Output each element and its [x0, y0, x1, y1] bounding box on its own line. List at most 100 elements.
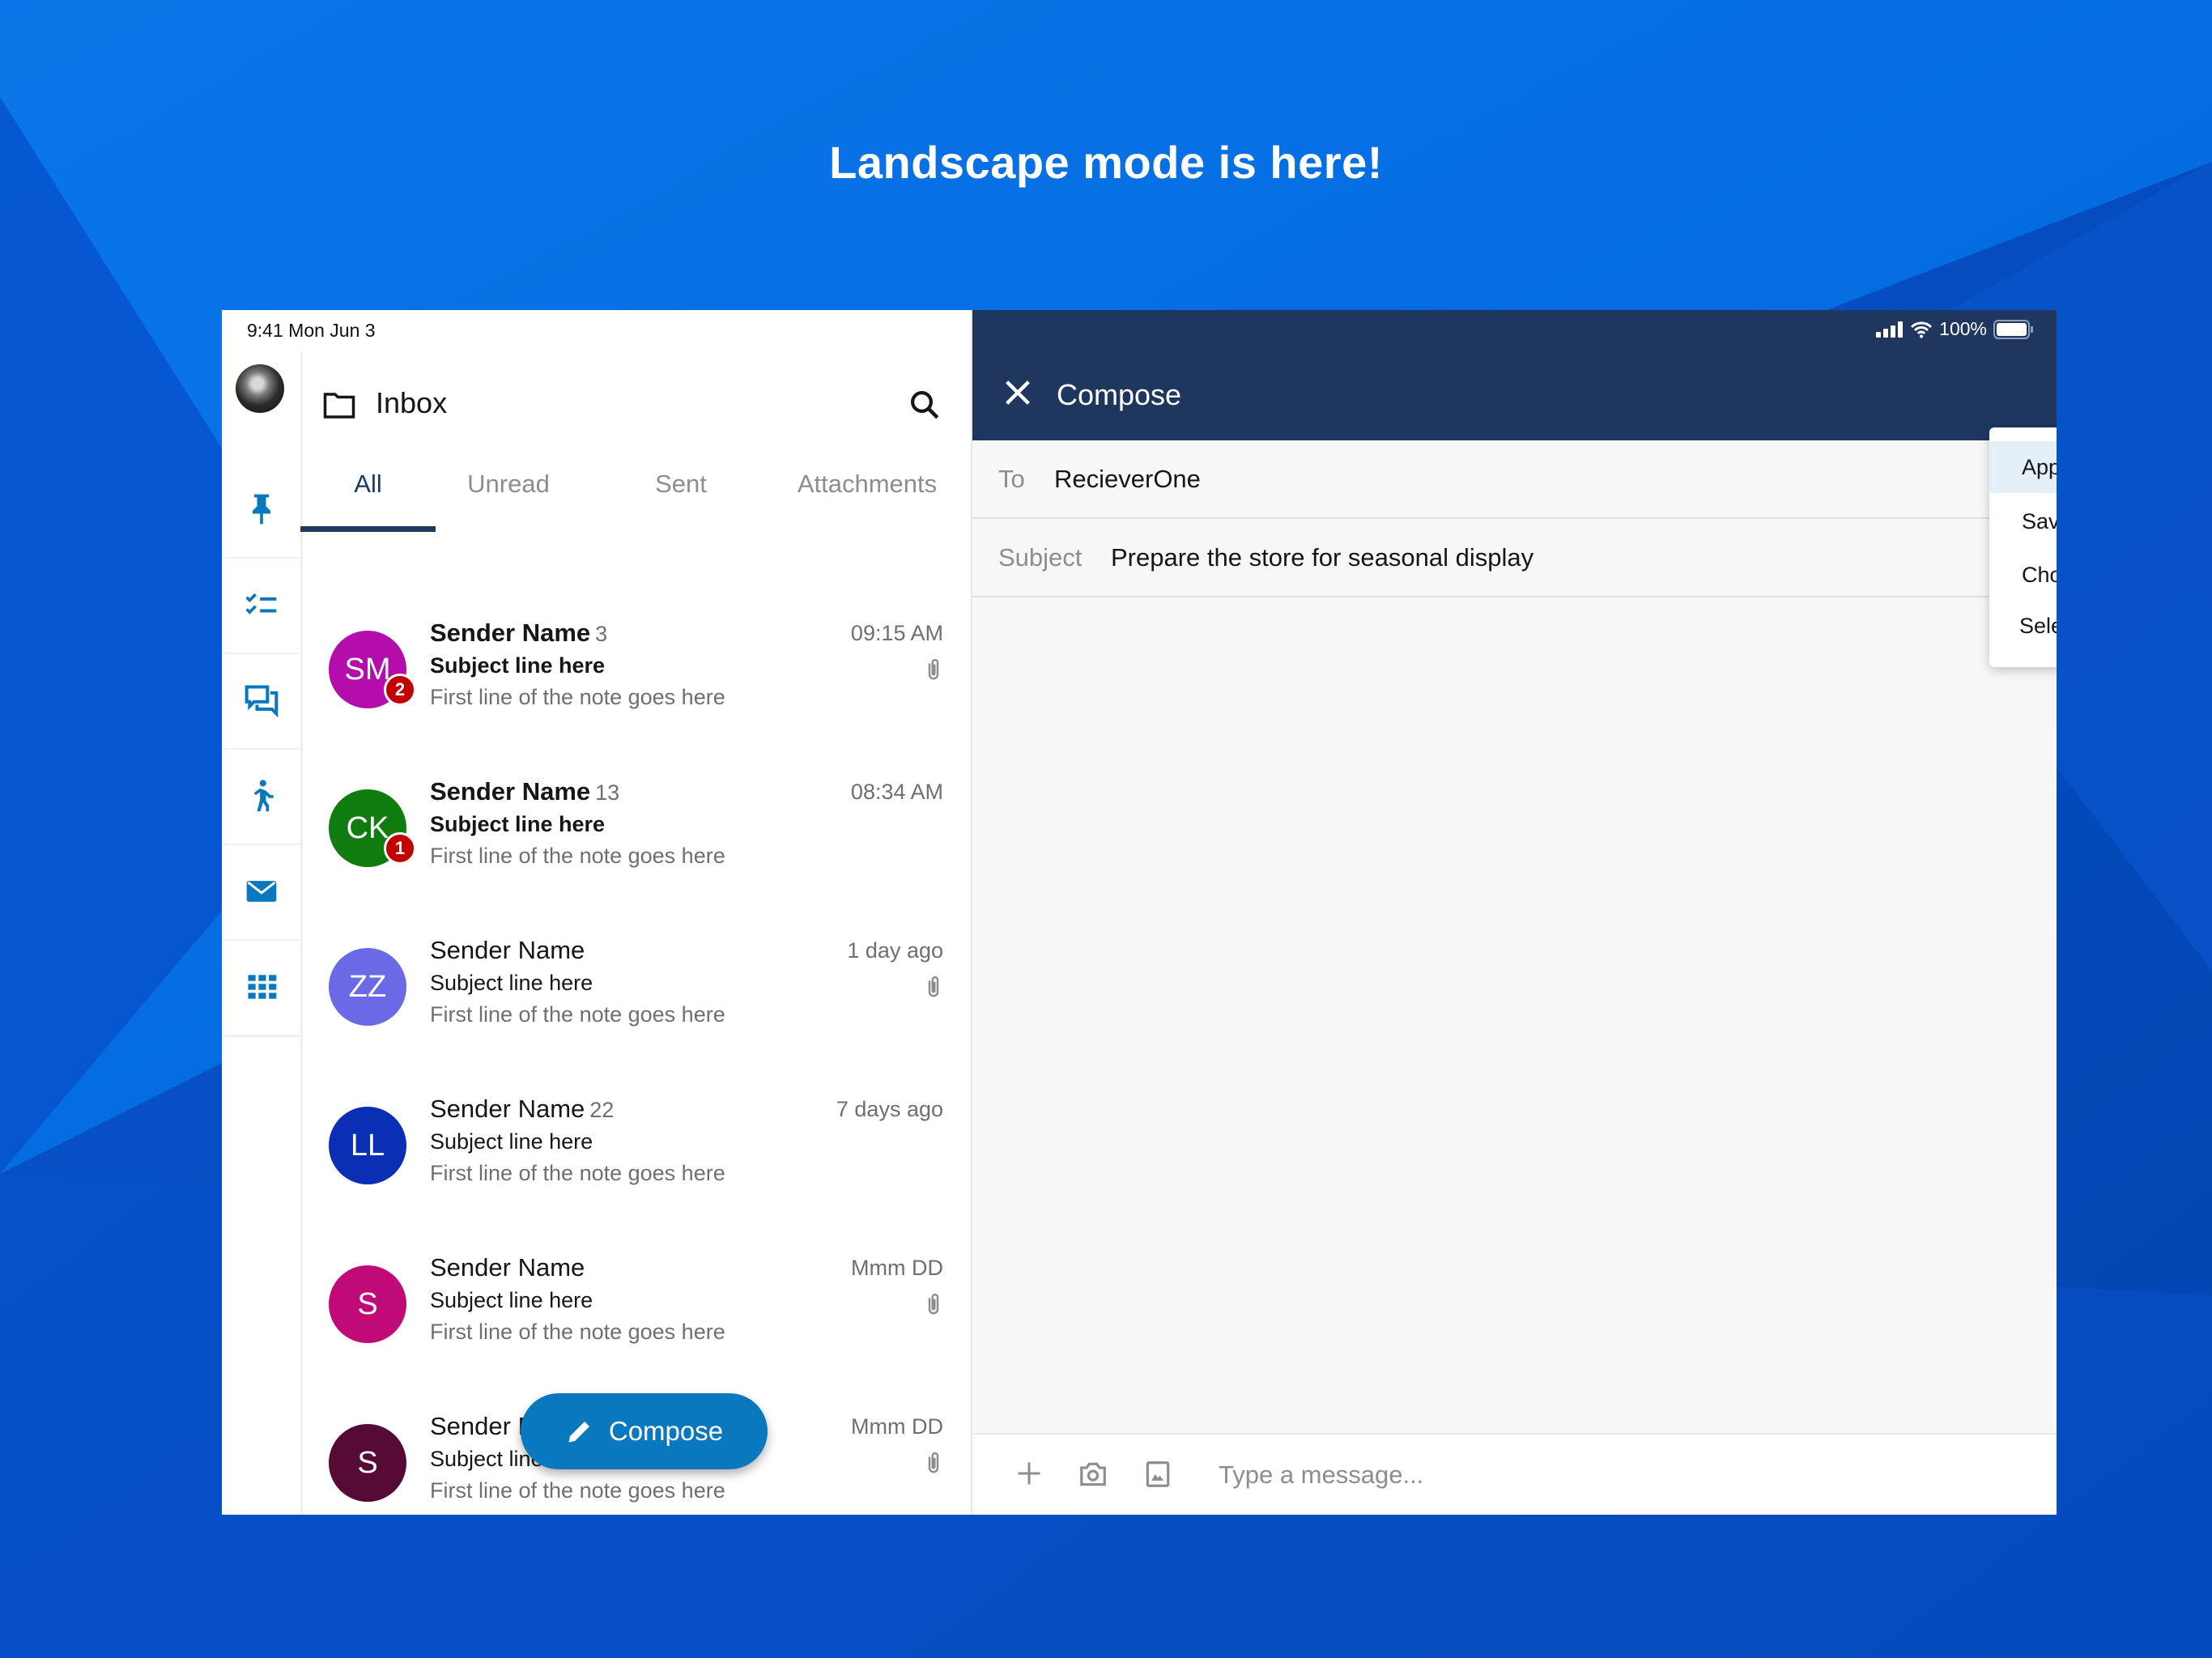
sender-name-text: Sender Name [430, 777, 591, 806]
walking-person-icon [253, 780, 274, 812]
compose-header: 100% Compose [972, 310, 2057, 440]
compose-fab-button[interactable]: Compose [521, 1393, 768, 1469]
folder-icon[interactable] [322, 391, 356, 420]
inbox-tabs: All Unread Sent Attachments [300, 456, 971, 521]
thread-count: 13 [595, 780, 620, 805]
message-row[interactable]: LL Sender Name 22 Subject line here First li… [300, 1057, 971, 1216]
message-input[interactable] [1217, 1451, 1949, 1499]
message-body-area[interactable] [972, 597, 2057, 1435]
message-row[interactable]: ZZ Sender Name Subject line here First line… [300, 899, 971, 1057]
promo-headline: Landscape mode is here! [829, 137, 1383, 188]
message-row[interactable]: CK 1 Sender Name 13 Subject line here First l… [300, 740, 971, 899]
unread-count-badge: 1 [384, 832, 416, 865]
signal-icon [1876, 321, 1904, 338]
message-preview: First line of the note goes here [430, 1320, 725, 1344]
message-toolbar [972, 1433, 2057, 1515]
sender-name: Sender Name 22 [430, 1095, 614, 1124]
active-tab-indicator [300, 526, 436, 532]
attachment-icon [925, 656, 942, 687]
tab-all[interactable]: All [300, 456, 436, 517]
user-avatar[interactable] [236, 364, 284, 413]
sender-avatar: S [329, 1265, 406, 1343]
subject-line: Subject line here [430, 971, 593, 995]
compose-pane: 100% Compose To RecieverOne Subject Prep… [971, 310, 2057, 1515]
avatar-initials: CK [346, 810, 389, 845]
message-row[interactable]: SM 2 Sender Name 3 Subject line here First li… [300, 581, 971, 740]
subject-field[interactable]: Subject Prepare the store for seasonal d… [972, 519, 2057, 597]
avatar-initials: S [357, 1286, 378, 1321]
camera-icon[interactable] [1078, 1459, 1108, 1490]
apps-grid-icon [248, 975, 276, 999]
status-time-date: 9:41 Mon Jun 3 [247, 320, 376, 341]
sidebar-item-pinned[interactable] [222, 461, 300, 559]
message-timestamp: 09:15 AM [850, 621, 943, 645]
to-field[interactable]: To RecieverOne [972, 440, 2057, 519]
thread-count: 3 [595, 622, 608, 646]
subject-value[interactable]: Prepare the store for seasonal display [1111, 543, 1534, 572]
tab-unread[interactable]: Unread [436, 456, 581, 517]
avatar-initials: LL [350, 1128, 385, 1163]
avatar-initials: ZZ [348, 969, 387, 1004]
message-row[interactable]: S Sender Name Subject line here First line … [300, 1216, 971, 1375]
subject-line: Subject line here [430, 1129, 593, 1154]
tab-sent[interactable]: Sent [608, 456, 754, 517]
menu-item-apply-template[interactable]: Apply Template [1989, 441, 2057, 493]
to-label: To [998, 465, 1025, 493]
tablet-screen: 9:41 Mon Jun 3 Inbox All Unread Sent Att… [222, 310, 2057, 1515]
sidebar-item-tasks[interactable] [222, 557, 300, 654]
sender-avatar: LL [329, 1107, 406, 1184]
menu-item-select-groups[interactable]: Select Groups [1989, 600, 2057, 652]
tab-attachments[interactable]: Attachments [770, 456, 964, 517]
to-value[interactable]: RecieverOne [1054, 465, 1201, 494]
checklist-icon [245, 593, 276, 614]
sidebar-divider [222, 1035, 300, 1037]
sender-name: Sender Name [430, 936, 585, 965]
attachment-icon [925, 1290, 942, 1322]
subject-label: Subject [998, 543, 1083, 572]
pin-icon [252, 494, 270, 525]
sender-name: Sender Name 13 [430, 777, 619, 806]
search-icon[interactable] [908, 388, 942, 422]
inbox-header: Inbox [300, 352, 971, 449]
avatar-initials: S [357, 1445, 378, 1480]
sender-avatar: S [329, 1424, 406, 1502]
sender-name: Sender Name [430, 1253, 585, 1282]
message-preview: First line of the note goes here [430, 844, 725, 868]
close-icon[interactable] [1002, 376, 1034, 409]
inbox-title: Inbox [376, 386, 448, 419]
sender-avatar: ZZ [329, 948, 406, 1026]
sender-name-text: Sender Name [430, 619, 591, 647]
chat-icon [245, 685, 278, 718]
compose-fab-label: Compose [608, 1416, 724, 1446]
sidebar-item-apps[interactable] [222, 939, 300, 1036]
subject-line: Subject line here [430, 1288, 593, 1312]
menu-item-choose-recipients[interactable]: Choose Recipients [1989, 549, 2057, 601]
sidebar-item-conversations[interactable] [222, 653, 300, 750]
more-options-menu: Apply Template Save as Template Choose R… [1989, 427, 2057, 667]
status-indicators: 100% [1876, 318, 2034, 340]
message-timestamp: 1 day ago [847, 938, 943, 963]
subject-line: Subject line here [430, 812, 606, 836]
sidebar [222, 352, 303, 1515]
message-timestamp: 08:34 AM [850, 780, 943, 804]
subject-line: Subject line here [430, 653, 606, 678]
sender-name-text: Sender Name [430, 1095, 585, 1123]
thread-count: 22 [589, 1098, 615, 1122]
add-icon[interactable] [1015, 1459, 1044, 1488]
sidebar-item-activity[interactable] [222, 748, 300, 845]
message-preview: First line of the note goes here [430, 685, 725, 709]
sidebar-item-mail[interactable] [222, 844, 300, 941]
menu-item-save-as-template[interactable]: Save as Template [1989, 495, 2057, 547]
image-icon[interactable] [1142, 1459, 1173, 1490]
wifi-icon [1911, 321, 1933, 338]
message-preview: First line of the note goes here [430, 1161, 725, 1185]
message-timestamp: Mmm DD [851, 1256, 943, 1280]
avatar-initials: SM [344, 652, 391, 687]
attachment-icon [925, 973, 942, 1005]
inbox-pane: 9:41 Mon Jun 3 Inbox All Unread Sent Att… [222, 310, 971, 1515]
sender-name: Sender Name 3 [430, 619, 607, 648]
sender-name-text: Sender Name [430, 1253, 585, 1282]
pencil-icon [568, 1422, 589, 1443]
unread-count-badge: 2 [384, 674, 416, 706]
mail-icon [246, 881, 276, 902]
